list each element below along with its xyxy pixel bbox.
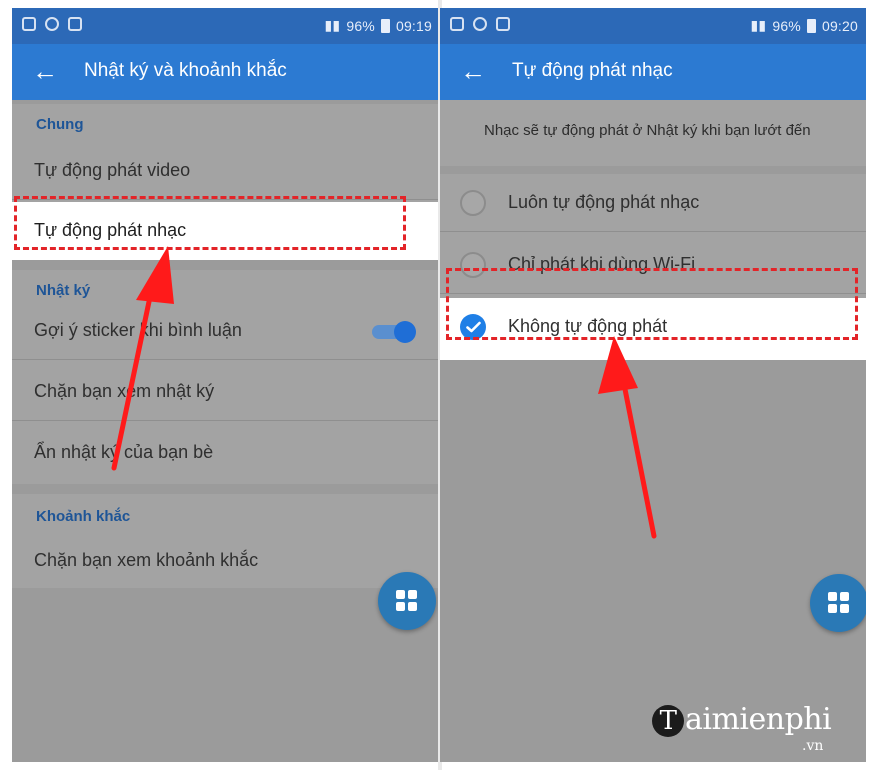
row-label: Ẩn nhật ký của bạn bè — [34, 442, 214, 462]
row-block-moments[interactable]: Chặn bạn xem khoảnh khắc — [12, 532, 440, 590]
page-title: Tự động phát nhạc — [512, 60, 673, 81]
app-bar: ← Tự động phát nhạc — [440, 44, 866, 100]
status-indicators: ▮▮ 96% 09:20 — [751, 17, 858, 34]
status-indicators: ▮▮ 96% 09:19 — [325, 17, 432, 34]
highlight-box-left — [14, 196, 406, 250]
section-header: Nhật ký — [36, 282, 91, 299]
section-header: Khoảnh khắc — [36, 508, 131, 525]
row-auto-play-video[interactable]: Tự động phát video — [12, 142, 440, 200]
message-icon — [22, 17, 36, 31]
brand-text: aimienphi — [685, 702, 832, 737]
section-header: Chung — [36, 116, 84, 133]
radio-button[interactable] — [460, 190, 486, 216]
notification-icons — [22, 17, 82, 31]
left-screen: ▮▮ 96% 09:19 ← Nhật ký và khoảnh khắc Ch… — [12, 8, 440, 762]
apps-fab-button[interactable] — [810, 574, 866, 632]
caption-text: Nhạc sẽ tự động phát ở Nhật ký khi bạn l… — [484, 122, 811, 139]
row-hide-friends-diary[interactable]: Ẩn nhật ký của bạn bè — [12, 424, 440, 482]
battery-percent: 96% — [772, 17, 801, 34]
tiktok-icon — [473, 17, 487, 31]
option-caption: Nhạc sẽ tự động phát ở Nhật ký khi bạn l… — [440, 100, 866, 166]
row-label: Gợi ý sticker khi bình luận — [34, 320, 242, 340]
gallery-icon — [68, 17, 82, 31]
battery-icon — [380, 18, 390, 33]
grid-apps-icon — [396, 590, 418, 612]
app-bar: ← Nhật ký và khoảnh khắc — [12, 44, 440, 100]
status-bar: ▮▮ 96% 09:20 — [440, 8, 866, 44]
row-block-diary[interactable]: Chặn bạn xem nhật ký — [12, 363, 440, 421]
signal-icon: ▮▮ — [324, 17, 341, 33]
arrow-left-icon[interactable]: ← — [32, 57, 62, 87]
battery-percent: 96% — [346, 17, 375, 34]
watermark-domain: .vn — [802, 738, 824, 754]
clock: 09:19 — [395, 17, 432, 34]
message-icon — [450, 17, 464, 31]
toggle-thumb — [394, 321, 416, 343]
clock: 09:20 — [821, 17, 858, 34]
signal-icon: ▮▮ — [750, 17, 767, 33]
row-label: Chặn bạn xem nhật ký — [34, 381, 215, 401]
notification-icons — [450, 17, 510, 31]
arrow-left-icon[interactable]: ← — [460, 57, 490, 87]
option-always-play[interactable]: Luôn tự động phát nhạc — [440, 174, 866, 232]
highlight-box-right — [446, 268, 858, 340]
section-diary: Nhật ký Gợi ý sticker khi bình luận Chặn… — [12, 270, 440, 484]
sticker-suggestion-toggle[interactable] — [372, 321, 416, 343]
right-screen: ▮▮ 96% 09:20 ← Tự động phát nhạc Nhạc sẽ… — [440, 8, 866, 762]
option-label: Luôn tự động phát nhạc — [508, 192, 700, 212]
brand-initial: T — [652, 705, 684, 737]
row-sticker-suggestion[interactable]: Gợi ý sticker khi bình luận — [12, 302, 440, 360]
page-title: Nhật ký và khoảnh khắc — [84, 60, 287, 81]
battery-icon — [806, 18, 816, 33]
status-bar: ▮▮ 96% 09:19 — [12, 8, 440, 44]
section-moments: Khoảnh khắc Chặn bạn xem khoảnh khắc — [12, 494, 440, 588]
apps-fab-button[interactable] — [378, 572, 436, 630]
tiktok-icon — [45, 17, 59, 31]
row-label: Tự động phát video — [34, 160, 191, 180]
grid-apps-icon — [828, 592, 850, 614]
taimienphi-watermark: Taimienphi — [652, 702, 832, 737]
row-label: Chặn bạn xem khoảnh khắc — [34, 550, 259, 570]
gallery-icon — [496, 17, 510, 31]
